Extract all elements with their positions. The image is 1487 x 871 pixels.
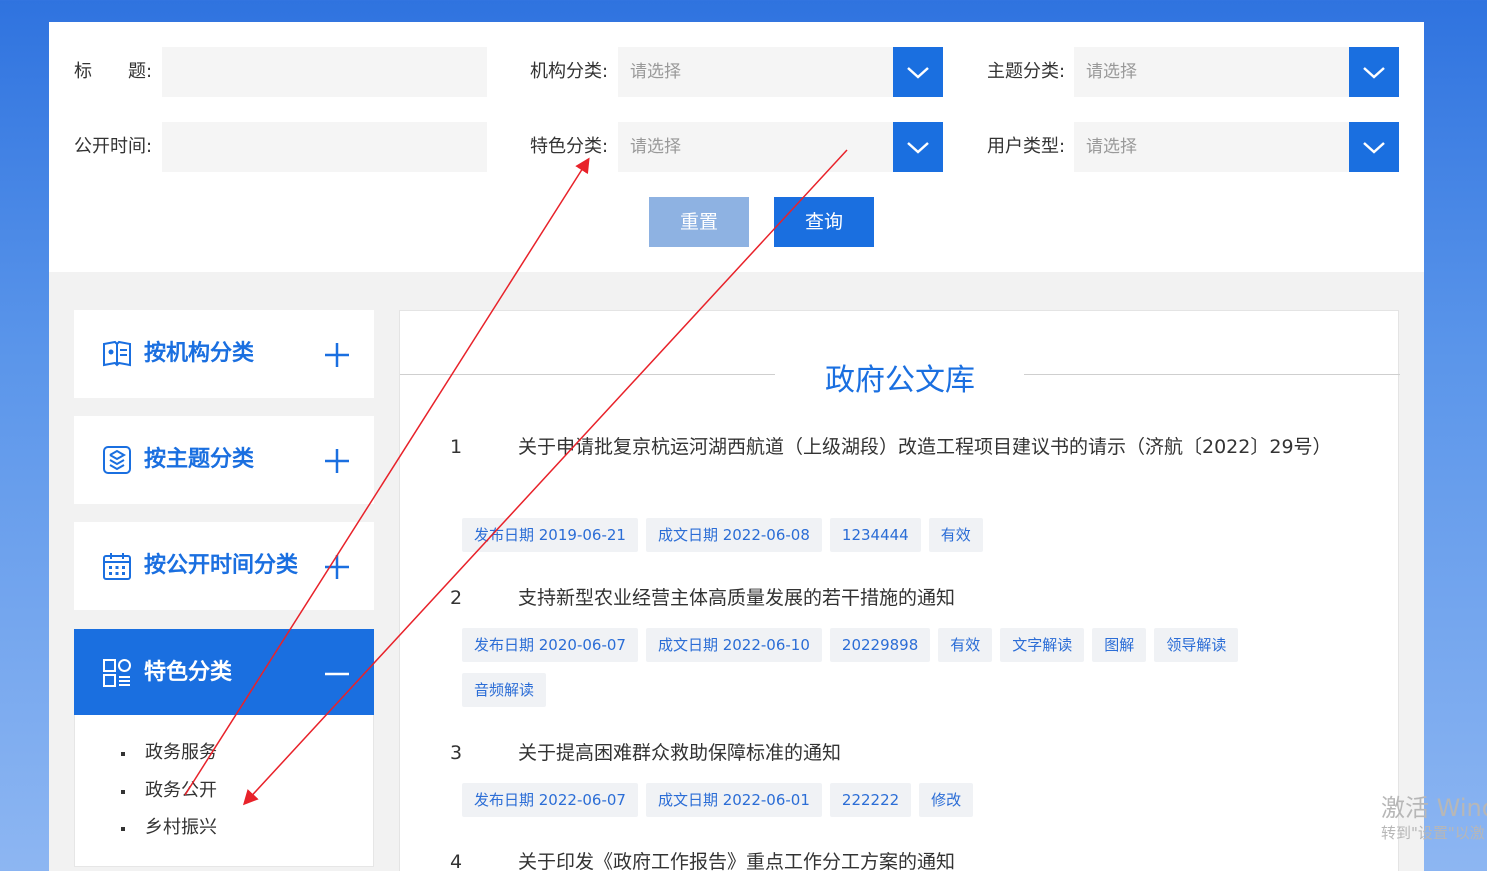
doc-title-text: 关于印发《政府工作报告》重点工作分工方案的通知 [518, 851, 956, 871]
org-label: 机构分类: [530, 61, 609, 82]
sidebar-item-label: 特色分类 [144, 660, 233, 685]
tag: 20229898 [829, 628, 931, 662]
tag-link[interactable]: 图解 [1092, 628, 1147, 662]
plus-icon[interactable] [324, 342, 350, 368]
tag-link[interactable]: 领导解读 [1154, 628, 1239, 662]
doc-tags: 发布日期 2022-06-07 成文日期 2022-06-01 222222 修改 [462, 783, 1342, 828]
doc-title-link[interactable]: 1 关于申请批复京杭运河湖西航道（上级湖段）改造工程项目建议书的请示（济航〔202… [450, 427, 1350, 467]
tag: 发布日期 2019-06-21 [462, 518, 638, 552]
minus-icon[interactable] [324, 661, 350, 687]
sidebar-item-feature[interactable]: 特色分类 [74, 629, 374, 716]
calendar-icon [103, 553, 131, 580]
chevron-down-icon [907, 142, 929, 154]
tag: 修改 [919, 783, 974, 817]
sub-item-revitalize[interactable]: 乡村振兴 [121, 813, 217, 843]
tag: 有效 [938, 628, 993, 662]
doc-num: 2 [450, 587, 463, 609]
search-panel: 标 题: 机构分类: 请选择 主题分类: 请选择 公开时间: 特色分类: 请选择… [49, 22, 1424, 272]
page-container: 标 题: 机构分类: 请选择 主题分类: 请选择 公开时间: 特色分类: 请选择… [49, 22, 1424, 871]
user-select-button[interactable] [1349, 122, 1399, 172]
book-icon [103, 340, 131, 367]
topic-select[interactable]: 请选择 [1074, 47, 1399, 97]
sub-item-open[interactable]: 政务公开 [121, 776, 217, 806]
doc-title-text: 关于申请批复京杭运河湖西航道（上级湖段）改造工程项目建议书的请示（济航〔2022… [518, 436, 1332, 458]
title-input[interactable] [162, 47, 487, 97]
activation-watermark: 激活 Wind [1381, 794, 1487, 822]
doc-list-panel: 政府公文库 1 关于申请批复京杭运河湖西航道（上级湖段）改造工程项目建议书的请示（… [399, 310, 1400, 871]
title-label: 标 题: [74, 61, 153, 82]
time-label: 公开时间: [74, 136, 153, 157]
tag: 1234444 [829, 518, 921, 552]
grid-icon [103, 659, 131, 687]
tag: 成文日期 2022-06-08 [645, 518, 822, 552]
doc-title-link[interactable]: 3 关于提高困难群众救助保障标准的通知 [450, 733, 1350, 773]
time-input[interactable] [162, 122, 487, 172]
user-label: 用户类型: [987, 136, 1066, 157]
activation-watermark-sub: 转到"设置"以激 [1381, 824, 1485, 842]
chevron-down-icon [907, 67, 929, 79]
tag: 222222 [829, 783, 912, 817]
user-select[interactable]: 请选择 [1074, 122, 1399, 172]
sidebar-item-time[interactable]: 按公开时间分类 [74, 522, 374, 610]
tag-link[interactable]: 文字解读 [1000, 628, 1085, 662]
feature-select-button[interactable] [893, 122, 943, 172]
doc-title-link[interactable]: 4 关于印发《政府工作报告》重点工作分工方案的通知 [450, 842, 1350, 871]
doc-tags: 发布日期 2019-06-21 成文日期 2022-06-08 1234444 有效 [462, 518, 1342, 563]
org-select[interactable]: 请选择 [618, 47, 943, 97]
tag-link[interactable]: 音频解读 [462, 673, 547, 707]
tag: 成文日期 2022-06-10 [645, 628, 822, 662]
doc-title-text: 关于提高困难群众救助保障标准的通知 [518, 742, 842, 764]
query-button[interactable]: 查询 [774, 197, 874, 247]
user-select-value: 请选择 [1086, 137, 1137, 157]
tag: 有效 [928, 518, 983, 552]
doc-tags: 发布日期 2020-06-07 成文日期 2022-06-10 20229898 有效… [462, 628, 1342, 718]
feature-select[interactable]: 请选择 [618, 122, 943, 172]
sidebar-item-label: 按公开时间分类 [144, 553, 299, 578]
tag: 发布日期 2020-06-07 [462, 628, 638, 662]
topic-label: 主题分类: [987, 61, 1066, 82]
tag: 发布日期 2022-06-07 [462, 783, 638, 817]
sidebar-item-label: 按机构分类 [144, 341, 255, 366]
plus-icon[interactable] [324, 448, 350, 474]
feature-sub-list: 政务服务 政务公开 乡村振兴 [74, 715, 374, 867]
sidebar-item-label: 按主题分类 [144, 447, 255, 472]
doc-num: 3 [450, 742, 463, 764]
layers-icon [103, 446, 131, 474]
doc-num: 1 [450, 436, 463, 458]
org-select-button[interactable] [893, 47, 943, 97]
sidebar-item-topic[interactable]: 按主题分类 [74, 416, 374, 504]
org-select-value: 请选择 [630, 62, 681, 82]
page-title: 政府公文库 [825, 363, 975, 398]
reset-button[interactable]: 重置 [649, 197, 749, 247]
topic-select-button[interactable] [1349, 47, 1399, 97]
feature-select-value: 请选择 [630, 137, 681, 157]
tag: 成文日期 2022-06-01 [645, 783, 822, 817]
doc-title-link[interactable]: 2 支持新型农业经营主体高质量发展的若干措施的通知 [450, 578, 1350, 618]
plus-icon[interactable] [324, 554, 350, 580]
chevron-down-icon [1363, 142, 1385, 154]
topic-select-value: 请选择 [1086, 62, 1137, 82]
feature-label: 特色分类: [530, 136, 609, 157]
doc-title-text: 支持新型农业经营主体高质量发展的若干措施的通知 [518, 587, 956, 609]
doc-num: 4 [450, 851, 463, 871]
sub-item-service[interactable]: 政务服务 [121, 738, 217, 768]
sidebar-item-org[interactable]: 按机构分类 [74, 310, 374, 398]
chevron-down-icon [1363, 67, 1385, 79]
